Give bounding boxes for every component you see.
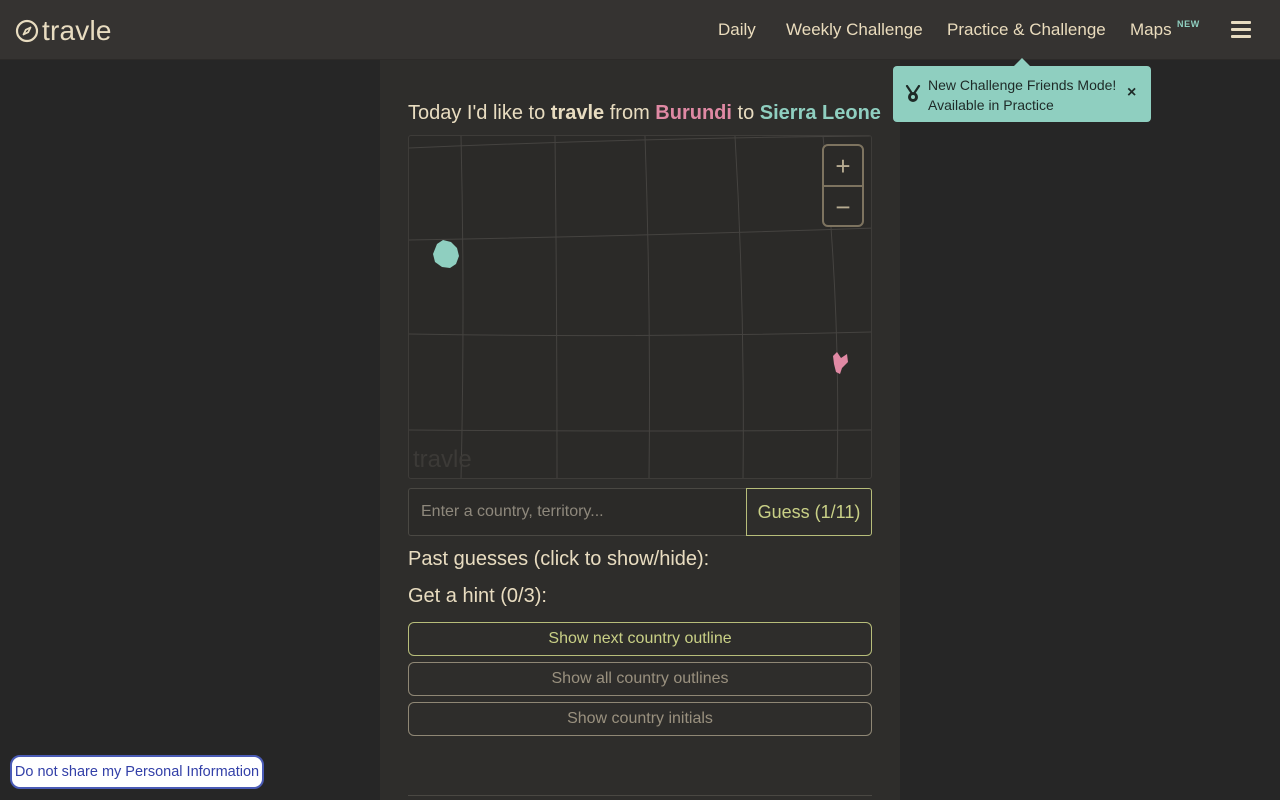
map-graticule <box>409 136 871 478</box>
map-watermark: travle <box>413 446 472 473</box>
toast-message: New Challenge Friends Mode! Available in… <box>928 75 1116 115</box>
medal-icon <box>905 85 921 102</box>
guess-button[interactable]: Guess (1/11) <box>746 488 872 536</box>
to-country: Sierra Leone <box>759 102 881 124</box>
headline-prefix: Today I'd like to <box>408 102 546 124</box>
game-headline: Today I'd like to travle from Burundi to… <box>408 101 881 125</box>
show-next-outline-button[interactable]: Show next country outline <box>408 622 872 656</box>
map-zoom-control: + − <box>822 144 864 227</box>
toast-line-1: New Challenge Friends Mode! <box>928 77 1117 93</box>
hint-heading: Get a hint (0/3): <box>408 585 547 607</box>
hamburger-menu-icon[interactable] <box>1231 21 1251 39</box>
zoom-in-button[interactable]: + <box>824 146 862 185</box>
headline-brand: travle <box>550 102 605 124</box>
top-navigation-bar: travle Daily Weekly Challenge Practice &… <box>0 0 1280 60</box>
country-guess-input[interactable] <box>408 488 747 536</box>
nav-weekly-challenge[interactable]: Weekly Challenge <box>786 20 923 40</box>
sierra-leone-shape <box>433 240 459 268</box>
toast-line-2: Available in Practice <box>928 97 1054 113</box>
section-divider <box>408 795 872 796</box>
compass-icon <box>15 19 39 43</box>
toast-pointer <box>1014 58 1030 66</box>
show-all-outlines-button[interactable]: Show all country outlines <box>408 662 872 696</box>
from-country: Burundi <box>655 102 732 124</box>
logo-text: travle <box>42 15 112 46</box>
maps-new-badge: NEW <box>1177 19 1200 29</box>
headline-to: to <box>737 102 755 124</box>
privacy-opt-out-button[interactable]: Do not share my Personal Information <box>10 755 264 789</box>
headline-from: from <box>609 102 650 124</box>
nav-maps[interactable]: Maps <box>1130 20 1172 40</box>
burundi-shape <box>833 352 848 374</box>
nav-practice-challenge[interactable]: Practice & Challenge <box>947 20 1106 40</box>
close-icon[interactable]: × <box>1127 84 1136 102</box>
game-map[interactable]: travle <box>408 135 872 479</box>
zoom-out-button[interactable]: − <box>824 187 862 226</box>
past-guesses-toggle[interactable]: Past guesses (click to show/hide): <box>408 547 709 571</box>
logo-link[interactable]: travle <box>15 14 112 48</box>
nav-daily[interactable]: Daily <box>718 20 756 40</box>
announcement-toast: New Challenge Friends Mode! Available in… <box>893 66 1151 122</box>
show-initials-button[interactable]: Show country initials <box>408 702 872 736</box>
